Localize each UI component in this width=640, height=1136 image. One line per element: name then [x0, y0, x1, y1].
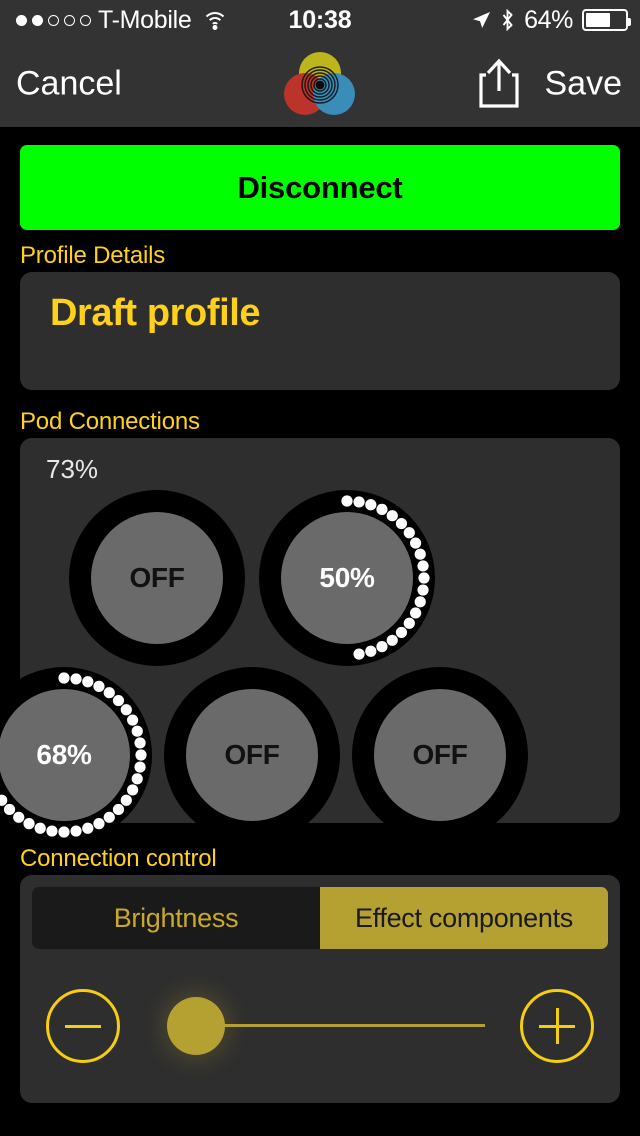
pod-overall-percent-label: 73% [46, 454, 99, 484]
dial-knob[interactable]: OFF [374, 689, 506, 821]
dial-value-label: OFF [129, 562, 185, 593]
signal-dot [16, 14, 27, 26]
bluetooth-icon [502, 9, 513, 31]
profile-details-label: Profile Details [20, 242, 166, 269]
status-bar-right: 64% [471, 5, 631, 35]
increment-button[interactable] [520, 989, 594, 1063]
pod-dial-2[interactable]: 50% [259, 490, 435, 666]
pod-dial-3[interactable]: 68% [0, 667, 152, 843]
dial-value-label: 50% [319, 562, 375, 593]
carrier-label: T-Mobile [98, 5, 192, 34]
dial-knob[interactable]: OFF [186, 689, 318, 821]
cancel-button[interactable]: Cancel [16, 64, 122, 103]
profile-name-value[interactable]: Draft profile [50, 292, 261, 335]
location-arrow-icon [473, 12, 491, 28]
dial-value-label: 68% [36, 739, 92, 770]
cellular-signal-icon [16, 14, 91, 26]
clock-label: 10:38 [288, 5, 352, 34]
app-logo-icon [284, 51, 355, 115]
connection-control-panel: Brightness Effect components [20, 875, 620, 1103]
pod-dial-1[interactable]: OFF [69, 490, 245, 666]
share-icon[interactable] [476, 58, 522, 110]
dial-knob[interactable]: 50% [281, 512, 413, 644]
app-root: T-Mobile 10:38 64% Cancel Save Disconnec… [0, 0, 640, 1136]
connection-control-label: Connection control [20, 845, 217, 872]
status-bar: T-Mobile 10:38 64% [0, 0, 640, 40]
wifi-icon [202, 10, 229, 30]
slider-row [20, 967, 620, 1087]
signal-dot [64, 14, 75, 26]
navigation-bar: Cancel Save [0, 40, 640, 127]
save-button[interactable]: Save [545, 64, 623, 103]
connection-control-tabs[interactable]: Brightness Effect components [32, 887, 608, 949]
dial-knob[interactable]: OFF [91, 512, 223, 644]
status-bar-left: T-Mobile [16, 5, 229, 35]
connection-control-tab-2[interactable]: Effect components [320, 887, 608, 949]
pod-connections-panel: 73% OFF 50% 68% OFF OFF [0, 438, 620, 843]
connection-control-tab-1[interactable]: Brightness [32, 887, 320, 949]
pod-dial-4[interactable]: OFF [164, 667, 340, 843]
disconnect-button[interactable]: Disconnect [20, 145, 620, 230]
decrement-button[interactable] [46, 989, 120, 1063]
pod-connections-label: Pod Connections [20, 408, 200, 435]
profile-details-panel[interactable]: Draft profile [20, 272, 620, 390]
slider-thumb[interactable] [166, 997, 225, 1055]
pod-dial-5[interactable]: OFF [352, 667, 528, 843]
signal-dot [48, 14, 59, 26]
signal-dot [32, 14, 43, 26]
battery-icon [582, 9, 631, 31]
dial-value-label: OFF [412, 739, 468, 770]
dial-knob[interactable]: 68% [0, 689, 130, 821]
signal-dot [80, 14, 91, 26]
battery-percent-label: 64% [524, 5, 573, 34]
dial-value-label: OFF [224, 739, 280, 770]
